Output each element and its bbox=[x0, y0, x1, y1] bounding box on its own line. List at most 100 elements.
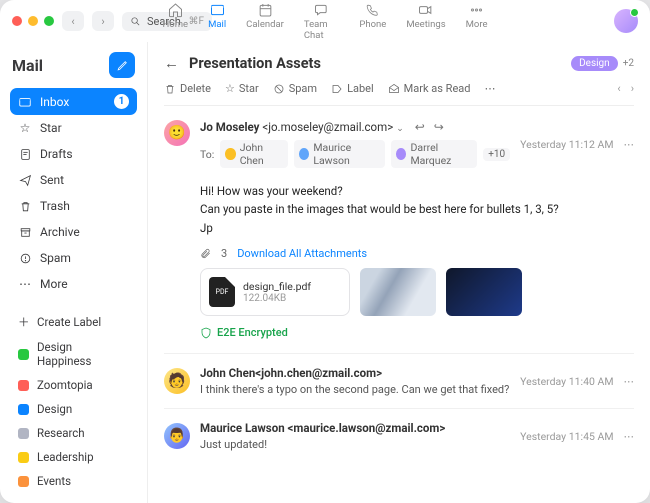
recipient-chip[interactable]: Maurice Lawson bbox=[294, 140, 385, 168]
next-thread-button[interactable]: › bbox=[631, 82, 634, 95]
shield-icon bbox=[200, 327, 212, 339]
spam-icon bbox=[273, 83, 285, 95]
back-button[interactable]: ← bbox=[164, 54, 179, 72]
nav-forward-button[interactable]: › bbox=[92, 11, 114, 31]
traffic-lights bbox=[12, 16, 54, 26]
preview-text: Just updated! bbox=[200, 438, 445, 451]
thread-pane: ← Presentation Assets Design +2 Delete ☆… bbox=[148, 42, 650, 503]
sidebar-item-star[interactable]: ☆Star bbox=[10, 115, 137, 141]
attachment-image-2[interactable] bbox=[446, 268, 522, 316]
label-icon bbox=[331, 83, 343, 95]
thread-toolbar: Delete ☆Star Spam Label Mark as Read ⋯ ‹… bbox=[164, 80, 634, 106]
message-2[interactable]: 🧑 John Chen<john.chen@zmail.com> I think… bbox=[164, 354, 634, 409]
star-button[interactable]: ☆Star bbox=[225, 82, 259, 95]
download-all-link[interactable]: Download All Attachments bbox=[237, 247, 367, 260]
paperclip-icon bbox=[200, 248, 211, 259]
tab-phone[interactable]: Phone bbox=[359, 2, 386, 41]
sidebar-item-trash[interactable]: Trash bbox=[10, 193, 137, 219]
app-tabs: Home Mail Calendar Team Chat Phone Meeti… bbox=[163, 2, 488, 41]
avatar-maurice: 👨 bbox=[164, 423, 190, 449]
tab-more[interactable]: More bbox=[466, 2, 488, 41]
pdf-icon: PDF bbox=[209, 277, 235, 307]
label-button[interactable]: Label bbox=[331, 82, 374, 95]
tab-calendar[interactable]: Calendar bbox=[246, 2, 284, 41]
message-menu-button[interactable]: ⋯ bbox=[624, 138, 635, 151]
tab-home[interactable]: Home bbox=[163, 2, 189, 41]
label-research[interactable]: Research bbox=[10, 421, 137, 445]
attachment-image-1[interactable] bbox=[360, 268, 436, 316]
sent-icon bbox=[18, 174, 32, 187]
calendar-icon bbox=[257, 2, 273, 18]
timestamp: Yesterday 11:40 AM bbox=[520, 375, 613, 388]
label-zoomtopia[interactable]: Zoomtopia bbox=[10, 373, 137, 397]
nav-back-button[interactable]: ‹ bbox=[62, 11, 84, 31]
sidebar-item-drafts[interactable]: Drafts bbox=[10, 141, 137, 167]
mail-icon bbox=[209, 2, 225, 18]
reply-button[interactable]: ↩ bbox=[415, 120, 425, 134]
from-name: Jo Moseley bbox=[200, 120, 259, 134]
sidebar-item-sent[interactable]: Sent bbox=[10, 167, 137, 193]
create-label-button[interactable]: ＋Create Label bbox=[10, 309, 137, 335]
delete-button[interactable]: Delete bbox=[164, 82, 211, 95]
thread-tag-extra[interactable]: +2 bbox=[623, 58, 634, 69]
recipient-chip[interactable]: John Chen bbox=[220, 140, 288, 168]
trash-icon bbox=[18, 200, 32, 213]
minimize-window[interactable] bbox=[28, 16, 38, 26]
message-1: 🙂 Jo Moseley <jo.moseley@zmail.com> ⌄ ↩ … bbox=[164, 106, 634, 354]
draft-icon bbox=[18, 148, 32, 161]
preview-text: I think there's a typo on the second pag… bbox=[200, 383, 509, 396]
home-icon bbox=[167, 2, 183, 18]
spam-icon bbox=[18, 252, 32, 265]
tab-mail[interactable]: Mail bbox=[208, 2, 226, 41]
label-leadership[interactable]: Leadership bbox=[10, 445, 137, 469]
maximize-window[interactable] bbox=[44, 16, 54, 26]
video-icon bbox=[418, 2, 434, 18]
prev-thread-button[interactable]: ‹ bbox=[617, 82, 620, 95]
toolbar-more-button[interactable]: ⋯ bbox=[484, 82, 495, 95]
recipient-chip[interactable]: Darrel Marquez bbox=[391, 140, 477, 168]
close-window[interactable] bbox=[12, 16, 22, 26]
attachment-count: 3 bbox=[221, 247, 227, 260]
titlebar: ‹ › Search ⌘F Home Mail Calendar Team Ch… bbox=[0, 0, 650, 42]
to-label: To: bbox=[200, 148, 214, 161]
sidebar-item-inbox[interactable]: Inbox 1 bbox=[10, 88, 137, 115]
label-design[interactable]: Design bbox=[10, 397, 137, 421]
tab-teamchat[interactable]: Team Chat bbox=[304, 2, 340, 41]
mail-open-icon bbox=[388, 83, 400, 95]
trash-icon bbox=[164, 83, 176, 95]
sidebar-item-more[interactable]: ⋯More bbox=[10, 271, 137, 297]
encryption-badge: E2E Encrypted bbox=[200, 326, 634, 339]
avatar-john: 🧑 bbox=[164, 368, 190, 394]
inbox-badge: 1 bbox=[114, 94, 129, 109]
sidebar-item-archive[interactable]: Archive bbox=[10, 219, 137, 245]
spam-button[interactable]: Spam bbox=[273, 82, 317, 95]
tab-meetings[interactable]: Meetings bbox=[406, 2, 445, 41]
sidebar: Mail Inbox 1 ☆Star Drafts Sent Trash Arc… bbox=[0, 42, 148, 503]
message-3[interactable]: 👨 Maurice Lawson <maurice.lawson@zmail.c… bbox=[164, 409, 634, 463]
sidebar-item-spam[interactable]: Spam bbox=[10, 245, 137, 271]
profile-avatar[interactable] bbox=[614, 9, 638, 33]
recipients-more[interactable]: +10 bbox=[483, 148, 510, 161]
forward-button[interactable]: ↪ bbox=[434, 120, 444, 134]
inbox-icon bbox=[18, 95, 32, 109]
message-menu-button[interactable]: ⋯ bbox=[624, 430, 635, 443]
label-events[interactable]: Events bbox=[10, 469, 137, 493]
chat-icon bbox=[314, 2, 330, 18]
compose-button[interactable] bbox=[109, 52, 135, 78]
avatar-jo: 🙂 bbox=[164, 120, 190, 146]
archive-icon bbox=[18, 226, 32, 239]
mark-read-button[interactable]: Mark as Read bbox=[388, 82, 471, 95]
message-menu-button[interactable]: ⋯ bbox=[624, 375, 635, 388]
timestamp: Yesterday 11:45 AM bbox=[520, 430, 613, 443]
file-size: 122.04KB bbox=[243, 293, 311, 304]
from-line: Maurice Lawson <maurice.lawson@zmail.com… bbox=[200, 421, 445, 435]
label-design-happiness[interactable]: Design Happiness bbox=[10, 335, 137, 373]
timestamp: Yesterday 11:12 AM bbox=[520, 138, 613, 151]
sidebar-title: Mail bbox=[12, 56, 43, 75]
star-icon: ☆ bbox=[18, 121, 32, 135]
expand-details-button[interactable]: ⌄ bbox=[396, 124, 404, 134]
attachment-file[interactable]: PDF design_file.pdf 122.04KB bbox=[200, 268, 350, 316]
more-icon: ⋯ bbox=[18, 277, 32, 291]
thread-subject: Presentation Assets bbox=[189, 55, 321, 72]
thread-tag[interactable]: Design bbox=[571, 56, 618, 71]
